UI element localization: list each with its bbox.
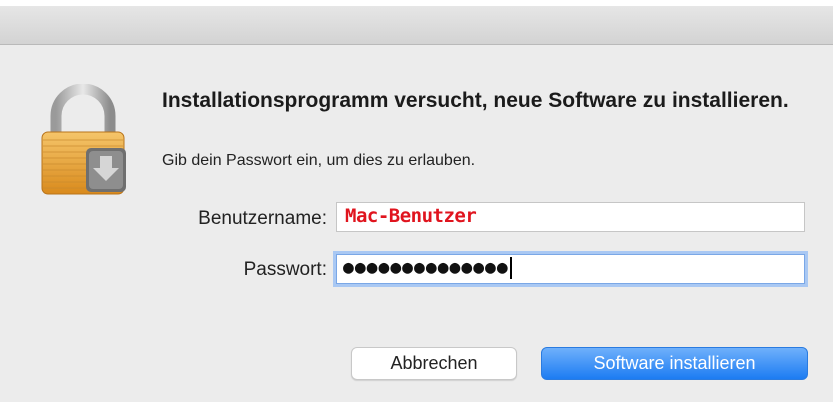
lock-icon [38,83,128,196]
password-value: ●●●●●●●●●●●●●● [343,257,512,279]
dialog-title: Installationsprogramm versucht, neue Sof… [162,89,789,112]
username-label: Benutzername: [198,208,327,229]
cancel-button[interactable]: Abbrechen [351,347,517,380]
username-value: Mac-Benutzer [345,205,477,227]
username-field[interactable]: Mac-Benutzer [336,202,805,232]
install-software-button[interactable]: Software installieren [541,347,808,380]
password-label: Passwort: [243,259,327,280]
text-cursor [509,257,512,279]
auth-dialog: Installationsprogramm versucht, neue Sof… [0,6,833,402]
password-field[interactable]: ●●●●●●●●●●●●●● [336,254,805,284]
password-dots: ●●●●●●●●●●●●●● [343,257,509,278]
title-bar[interactable] [0,6,833,45]
dialog-subtitle: Gib dein Passwort ein, um dies zu erlaub… [162,152,476,169]
